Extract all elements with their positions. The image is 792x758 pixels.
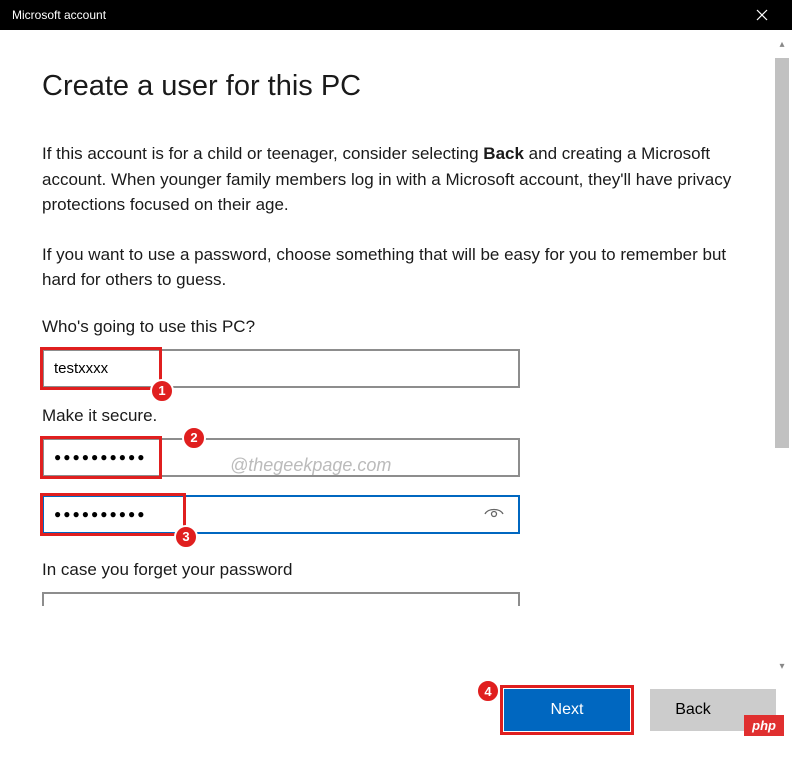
close-icon — [756, 9, 768, 21]
window-title: Microsoft account — [10, 8, 106, 22]
para1-pre: If this account is for a child or teenag… — [42, 144, 483, 163]
security-question-field-cut[interactable] — [42, 592, 520, 606]
scrollbar-up-arrow-icon[interactable]: ▴ — [773, 35, 791, 53]
intro-paragraph-2: If you want to use a password, choose so… — [42, 242, 755, 293]
username-input[interactable] — [42, 349, 520, 388]
close-button[interactable] — [742, 0, 782, 30]
username-section-label: Who's going to use this PC? — [42, 317, 755, 337]
next-button[interactable]: Next — [504, 689, 630, 731]
forgot-section-label: In case you forget your password — [42, 560, 755, 580]
reveal-password-icon[interactable] — [484, 507, 504, 521]
page-title: Create a user for this PC — [42, 70, 755, 103]
username-field-wrap: 1 — [42, 349, 755, 388]
password-section-label: Make it secure. — [42, 406, 755, 426]
scrollbar-down-arrow-icon[interactable]: ▾ — [773, 657, 791, 675]
annotation-badge-1: 1 — [150, 379, 174, 403]
annotation-badge-2: 2 — [182, 426, 206, 450]
annotation-badge-4: 4 — [476, 679, 500, 703]
title-bar: Microsoft account — [0, 0, 792, 30]
confirm-password-field-wrap: 3 — [42, 495, 755, 534]
vertical-scrollbar[interactable]: ▴ ▾ — [773, 30, 792, 680]
confirm-password-input[interactable] — [42, 495, 520, 534]
password-input[interactable] — [42, 438, 520, 477]
scrollbar-thumb[interactable] — [775, 58, 789, 448]
footer-button-bar: 4 Next Back — [0, 682, 792, 738]
back-button-label: Back — [675, 701, 711, 719]
annotation-badge-3: 3 — [174, 525, 198, 549]
para1-bold-back: Back — [483, 144, 524, 163]
intro-paragraph-1: If this account is for a child or teenag… — [42, 141, 755, 218]
main-content: Create a user for this PC If this accoun… — [0, 30, 773, 680]
password-field-wrap: 2 — [42, 438, 755, 477]
php-watermark-badge: php — [744, 715, 784, 736]
